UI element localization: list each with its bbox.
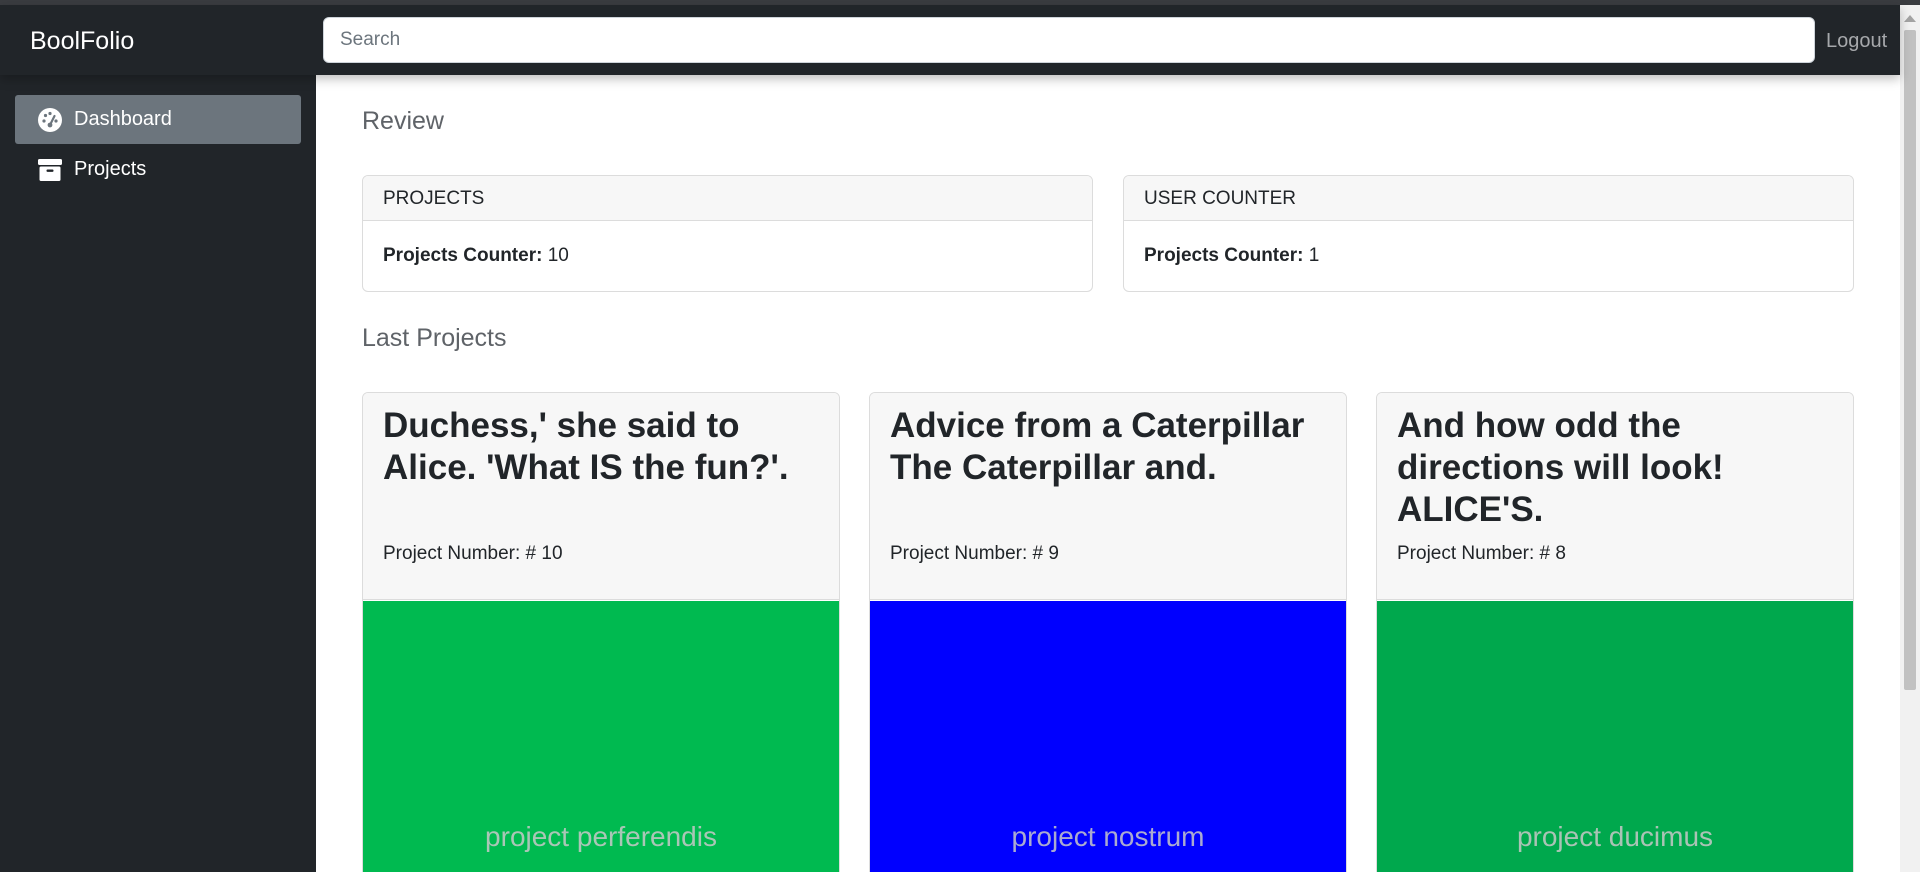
project-number: Project Number: # 9 bbox=[890, 543, 1059, 564]
project-image[interactable]: project nostrum bbox=[870, 601, 1346, 872]
project-title: And how odd the directions will look! AL… bbox=[1397, 406, 1724, 529]
project-card[interactable]: And how odd the directions will look! AL… bbox=[1376, 392, 1854, 872]
sidebar-item-label: Dashboard bbox=[74, 108, 172, 130]
project-image-text: project perferendis bbox=[485, 821, 717, 852]
project-image-text: project nostrum bbox=[1011, 821, 1205, 852]
counter-value: 10 bbox=[547, 245, 569, 266]
project-number: Project Number: # 8 bbox=[1397, 543, 1566, 564]
projects-card: PROJECTS Projects Counter: 10 bbox=[362, 175, 1093, 292]
project-card-header: And how odd the directions will look! AL… bbox=[1377, 393, 1853, 600]
project-title: Duchess,' she said to Alice. 'What IS th… bbox=[383, 406, 789, 487]
project-card-header: Advice from a Caterpillar The Caterpilla… bbox=[870, 393, 1346, 600]
archive-box-icon bbox=[37, 157, 63, 183]
project-title: Advice from a Caterpillar The Caterpilla… bbox=[890, 406, 1305, 487]
project-image[interactable]: project perferendis bbox=[363, 601, 839, 872]
card-header: PROJECTS bbox=[363, 176, 1092, 221]
project-number: Project Number: # 10 bbox=[383, 543, 563, 564]
project-image[interactable]: project ducimus bbox=[1377, 601, 1853, 872]
project-image-text: project ducimus bbox=[1516, 821, 1714, 852]
logout-link[interactable]: Logout bbox=[1826, 5, 1887, 75]
project-card[interactable]: Duchess,' she said to Alice. 'What IS th… bbox=[362, 392, 840, 872]
gauge-icon bbox=[37, 107, 63, 133]
project-card[interactable]: Advice from a Caterpillar The Caterpilla… bbox=[869, 392, 1347, 872]
vertical-scrollbar[interactable] bbox=[1900, 5, 1920, 872]
main-content: Review PROJECTS Projects Counter: 10 USE… bbox=[316, 75, 1900, 872]
scroll-up-arrow-icon[interactable] bbox=[1904, 15, 1916, 22]
sidebar-item-projects[interactable]: Projects bbox=[15, 145, 301, 194]
card-body: Projects Counter: 1 bbox=[1124, 221, 1853, 290]
counter-value: 1 bbox=[1308, 245, 1320, 266]
card-body: Projects Counter: 10 bbox=[363, 221, 1092, 290]
top-navbar: BoolFolio Logout bbox=[0, 5, 1900, 75]
search-input[interactable] bbox=[323, 17, 1815, 63]
sidebar: Dashboard Projects bbox=[0, 75, 316, 872]
card-header: USER COUNTER bbox=[1124, 176, 1853, 221]
counter-label: Projects Counter: bbox=[1144, 245, 1304, 266]
brand-logo[interactable]: BoolFolio bbox=[30, 5, 134, 75]
sidebar-item-label: Projects bbox=[74, 158, 147, 180]
user-counter-card: USER COUNTER Projects Counter: 1 bbox=[1123, 175, 1854, 292]
last-projects-heading: Last Projects bbox=[362, 324, 507, 352]
project-card-header: Duchess,' she said to Alice. 'What IS th… bbox=[363, 393, 839, 600]
review-heading: Review bbox=[362, 107, 444, 135]
scrollbar-thumb[interactable] bbox=[1904, 30, 1916, 690]
counter-label: Projects Counter: bbox=[383, 245, 543, 266]
sidebar-item-dashboard[interactable]: Dashboard bbox=[15, 95, 301, 144]
